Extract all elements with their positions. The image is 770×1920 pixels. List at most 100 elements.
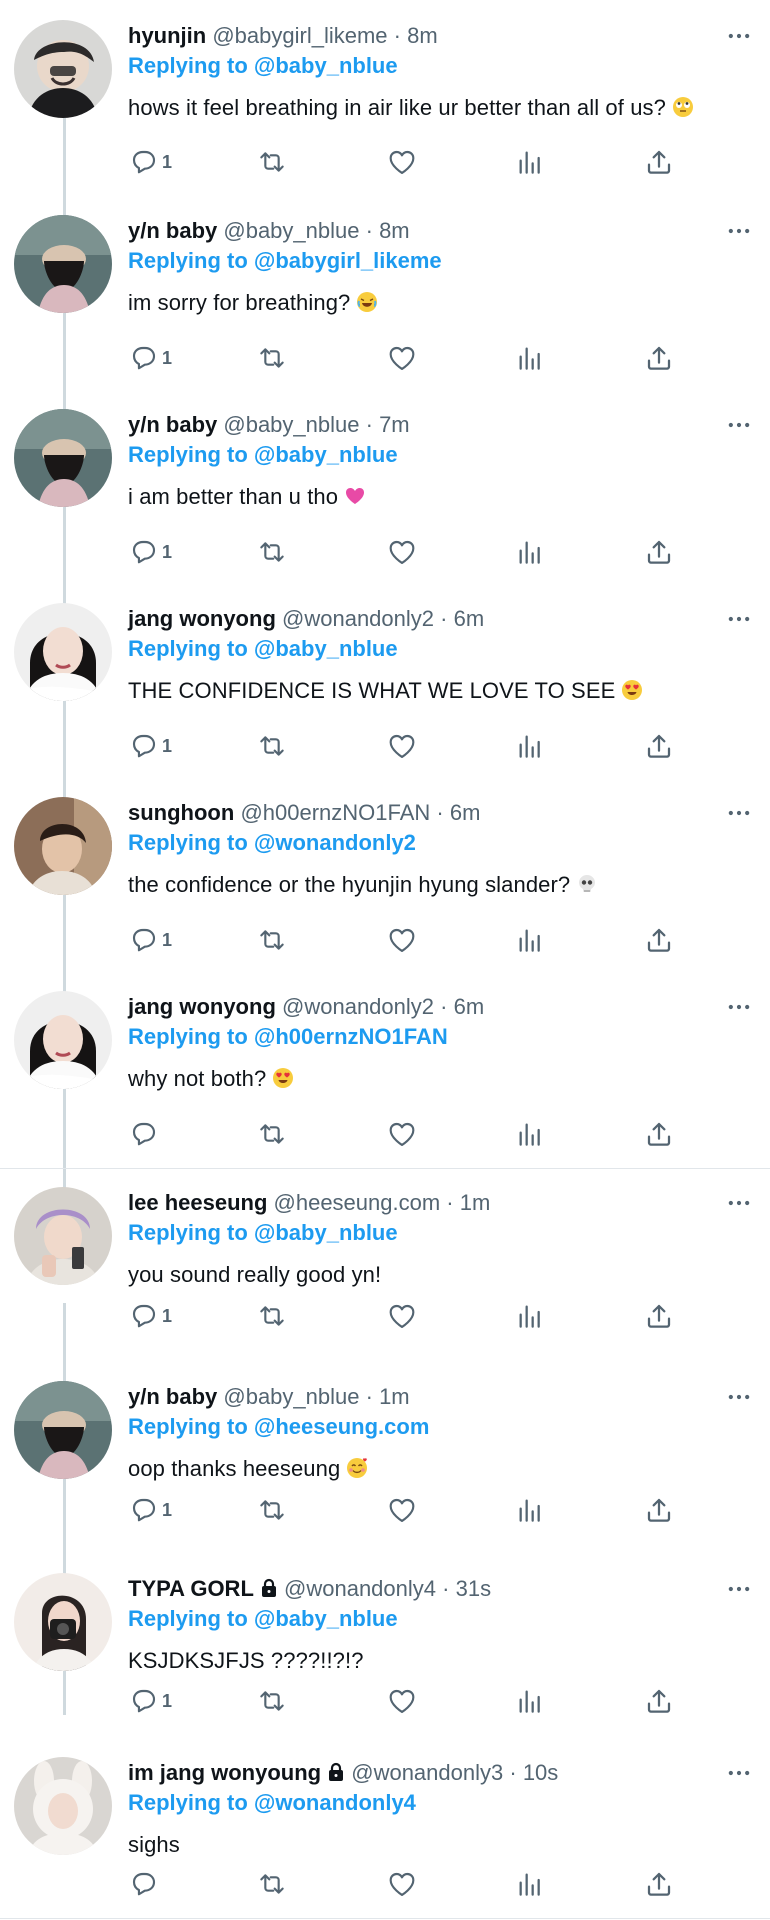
display-name[interactable]: y/n baby [128, 412, 217, 437]
retweet-button[interactable] [256, 341, 288, 375]
tweet[interactable]: y/n baby @baby_nblue · 1m Replying to @he… [0, 1361, 770, 1551]
user-handle[interactable]: @heeseung.com [274, 1190, 441, 1215]
share-button[interactable] [643, 1867, 675, 1901]
user-handle[interactable]: @wonandonly4 [284, 1576, 436, 1601]
reply-button[interactable]: 1 [128, 1684, 172, 1718]
share-button[interactable] [643, 1684, 675, 1718]
timestamp[interactable]: 6m [450, 800, 481, 825]
tweet[interactable]: y/n baby @baby_nblue · 8m Replying to @ba… [0, 195, 770, 385]
tweet[interactable]: im jang wonyoung @wonandonly3 · 10s Reply… [0, 1737, 770, 1920]
timestamp[interactable]: 1m [460, 1190, 491, 1215]
views-button[interactable] [514, 1117, 546, 1151]
reply-button[interactable]: 1 [128, 145, 172, 179]
avatar-heeseung[interactable] [14, 1187, 112, 1285]
tweet[interactable]: hyunjin @babygirl_likeme · 8m Replying to… [0, 0, 770, 190]
more-icon[interactable] [725, 1189, 753, 1217]
user-handle[interactable]: @wonandonly2 [282, 994, 434, 1019]
like-button[interactable] [386, 145, 418, 179]
views-button[interactable] [514, 1493, 546, 1527]
timestamp[interactable]: 8m [407, 23, 438, 48]
share-button[interactable] [643, 1117, 675, 1151]
timestamp[interactable]: 6m [454, 606, 485, 631]
user-handle[interactable]: @babygirl_likeme [212, 23, 387, 48]
user-handle[interactable]: @baby_nblue [223, 1384, 359, 1409]
replying-to-handle[interactable]: @baby_nblue [254, 1606, 398, 1631]
like-button[interactable] [386, 341, 418, 375]
tweet[interactable]: jang wonyong @wonandonly2 · 6m Replying t… [0, 971, 770, 1161]
share-button[interactable] [643, 1493, 675, 1527]
display-name[interactable]: y/n baby [128, 218, 217, 243]
reply-button[interactable] [128, 1867, 160, 1901]
share-button[interactable] [643, 535, 675, 569]
avatar-hyunjin[interactable] [14, 20, 112, 118]
views-button[interactable] [514, 729, 546, 763]
display-name[interactable]: im jang wonyoung [128, 1760, 321, 1785]
reply-button[interactable]: 1 [128, 535, 172, 569]
display-name[interactable]: lee heeseung [128, 1190, 267, 1215]
timestamp[interactable]: 7m [379, 412, 410, 437]
replying-to-handle[interactable]: @h00ernzNO1FAN [254, 1024, 448, 1049]
timestamp[interactable]: 31s [456, 1576, 491, 1601]
replying-to-handle[interactable]: @baby_nblue [254, 1220, 398, 1245]
avatar-wonyong[interactable] [14, 991, 112, 1089]
share-button[interactable] [643, 341, 675, 375]
views-button[interactable] [514, 923, 546, 957]
retweet-button[interactable] [256, 1299, 288, 1333]
like-button[interactable] [386, 923, 418, 957]
more-icon[interactable] [725, 1759, 753, 1787]
replying-to-handle[interactable]: @babygirl_likeme [254, 248, 442, 273]
avatar-wonyong[interactable] [14, 603, 112, 701]
display-name[interactable]: jang wonyong [128, 994, 276, 1019]
timestamp[interactable]: 8m [379, 218, 410, 243]
display-name[interactable]: jang wonyong [128, 606, 276, 631]
display-name[interactable]: y/n baby [128, 1384, 217, 1409]
tweet[interactable]: sunghoon @h00ernzNO1FAN · 6m Replying to … [0, 777, 770, 967]
share-button[interactable] [643, 729, 675, 763]
tweet[interactable]: lee heeseung @heeseung.com · 1m Replying … [0, 1167, 770, 1357]
avatar-im-jang-wonyoung[interactable] [14, 1757, 112, 1855]
avatar-yn-baby[interactable] [14, 1381, 112, 1479]
replying-to-handle[interactable]: @heeseung.com [254, 1414, 430, 1439]
avatar-sunghoon[interactable] [14, 797, 112, 895]
user-handle[interactable]: @wonandonly3 [351, 1760, 503, 1785]
reply-button[interactable]: 1 [128, 729, 172, 763]
like-button[interactable] [386, 1299, 418, 1333]
user-handle[interactable]: @baby_nblue [223, 412, 359, 437]
more-icon[interactable] [725, 799, 753, 827]
reply-button[interactable]: 1 [128, 1493, 172, 1527]
tweet[interactable]: y/n baby @baby_nblue · 7m Replying to @ba… [0, 389, 770, 579]
avatar-yn-baby[interactable] [14, 409, 112, 507]
avatar-typa-gorl[interactable] [14, 1573, 112, 1671]
views-button[interactable] [514, 145, 546, 179]
replying-to-handle[interactable]: @baby_nblue [254, 636, 398, 661]
avatar-yn-baby[interactable] [14, 215, 112, 313]
display-name[interactable]: sunghoon [128, 800, 234, 825]
timestamp[interactable]: 10s [523, 1760, 558, 1785]
retweet-button[interactable] [256, 1117, 288, 1151]
more-icon[interactable] [725, 411, 753, 439]
retweet-button[interactable] [256, 1493, 288, 1527]
views-button[interactable] [514, 1684, 546, 1718]
display-name[interactable]: hyunjin [128, 23, 206, 48]
reply-button[interactable]: 1 [128, 341, 172, 375]
retweet-button[interactable] [256, 1684, 288, 1718]
more-icon[interactable] [725, 1575, 753, 1603]
share-button[interactable] [643, 923, 675, 957]
display-name[interactable]: TYPA GORL [128, 1576, 254, 1601]
user-handle[interactable]: @h00ernzNO1FAN [240, 800, 430, 825]
more-icon[interactable] [725, 605, 753, 633]
user-handle[interactable]: @wonandonly2 [282, 606, 434, 631]
like-button[interactable] [386, 1867, 418, 1901]
share-button[interactable] [643, 1299, 675, 1333]
retweet-button[interactable] [256, 729, 288, 763]
views-button[interactable] [514, 535, 546, 569]
views-button[interactable] [514, 1867, 546, 1901]
more-icon[interactable] [725, 1383, 753, 1411]
more-icon[interactable] [725, 22, 753, 50]
reply-button[interactable] [128, 1117, 160, 1151]
more-icon[interactable] [725, 993, 753, 1021]
replying-to-handle[interactable]: @baby_nblue [254, 53, 398, 78]
retweet-button[interactable] [256, 145, 288, 179]
like-button[interactable] [386, 1117, 418, 1151]
reply-button[interactable]: 1 [128, 923, 172, 957]
